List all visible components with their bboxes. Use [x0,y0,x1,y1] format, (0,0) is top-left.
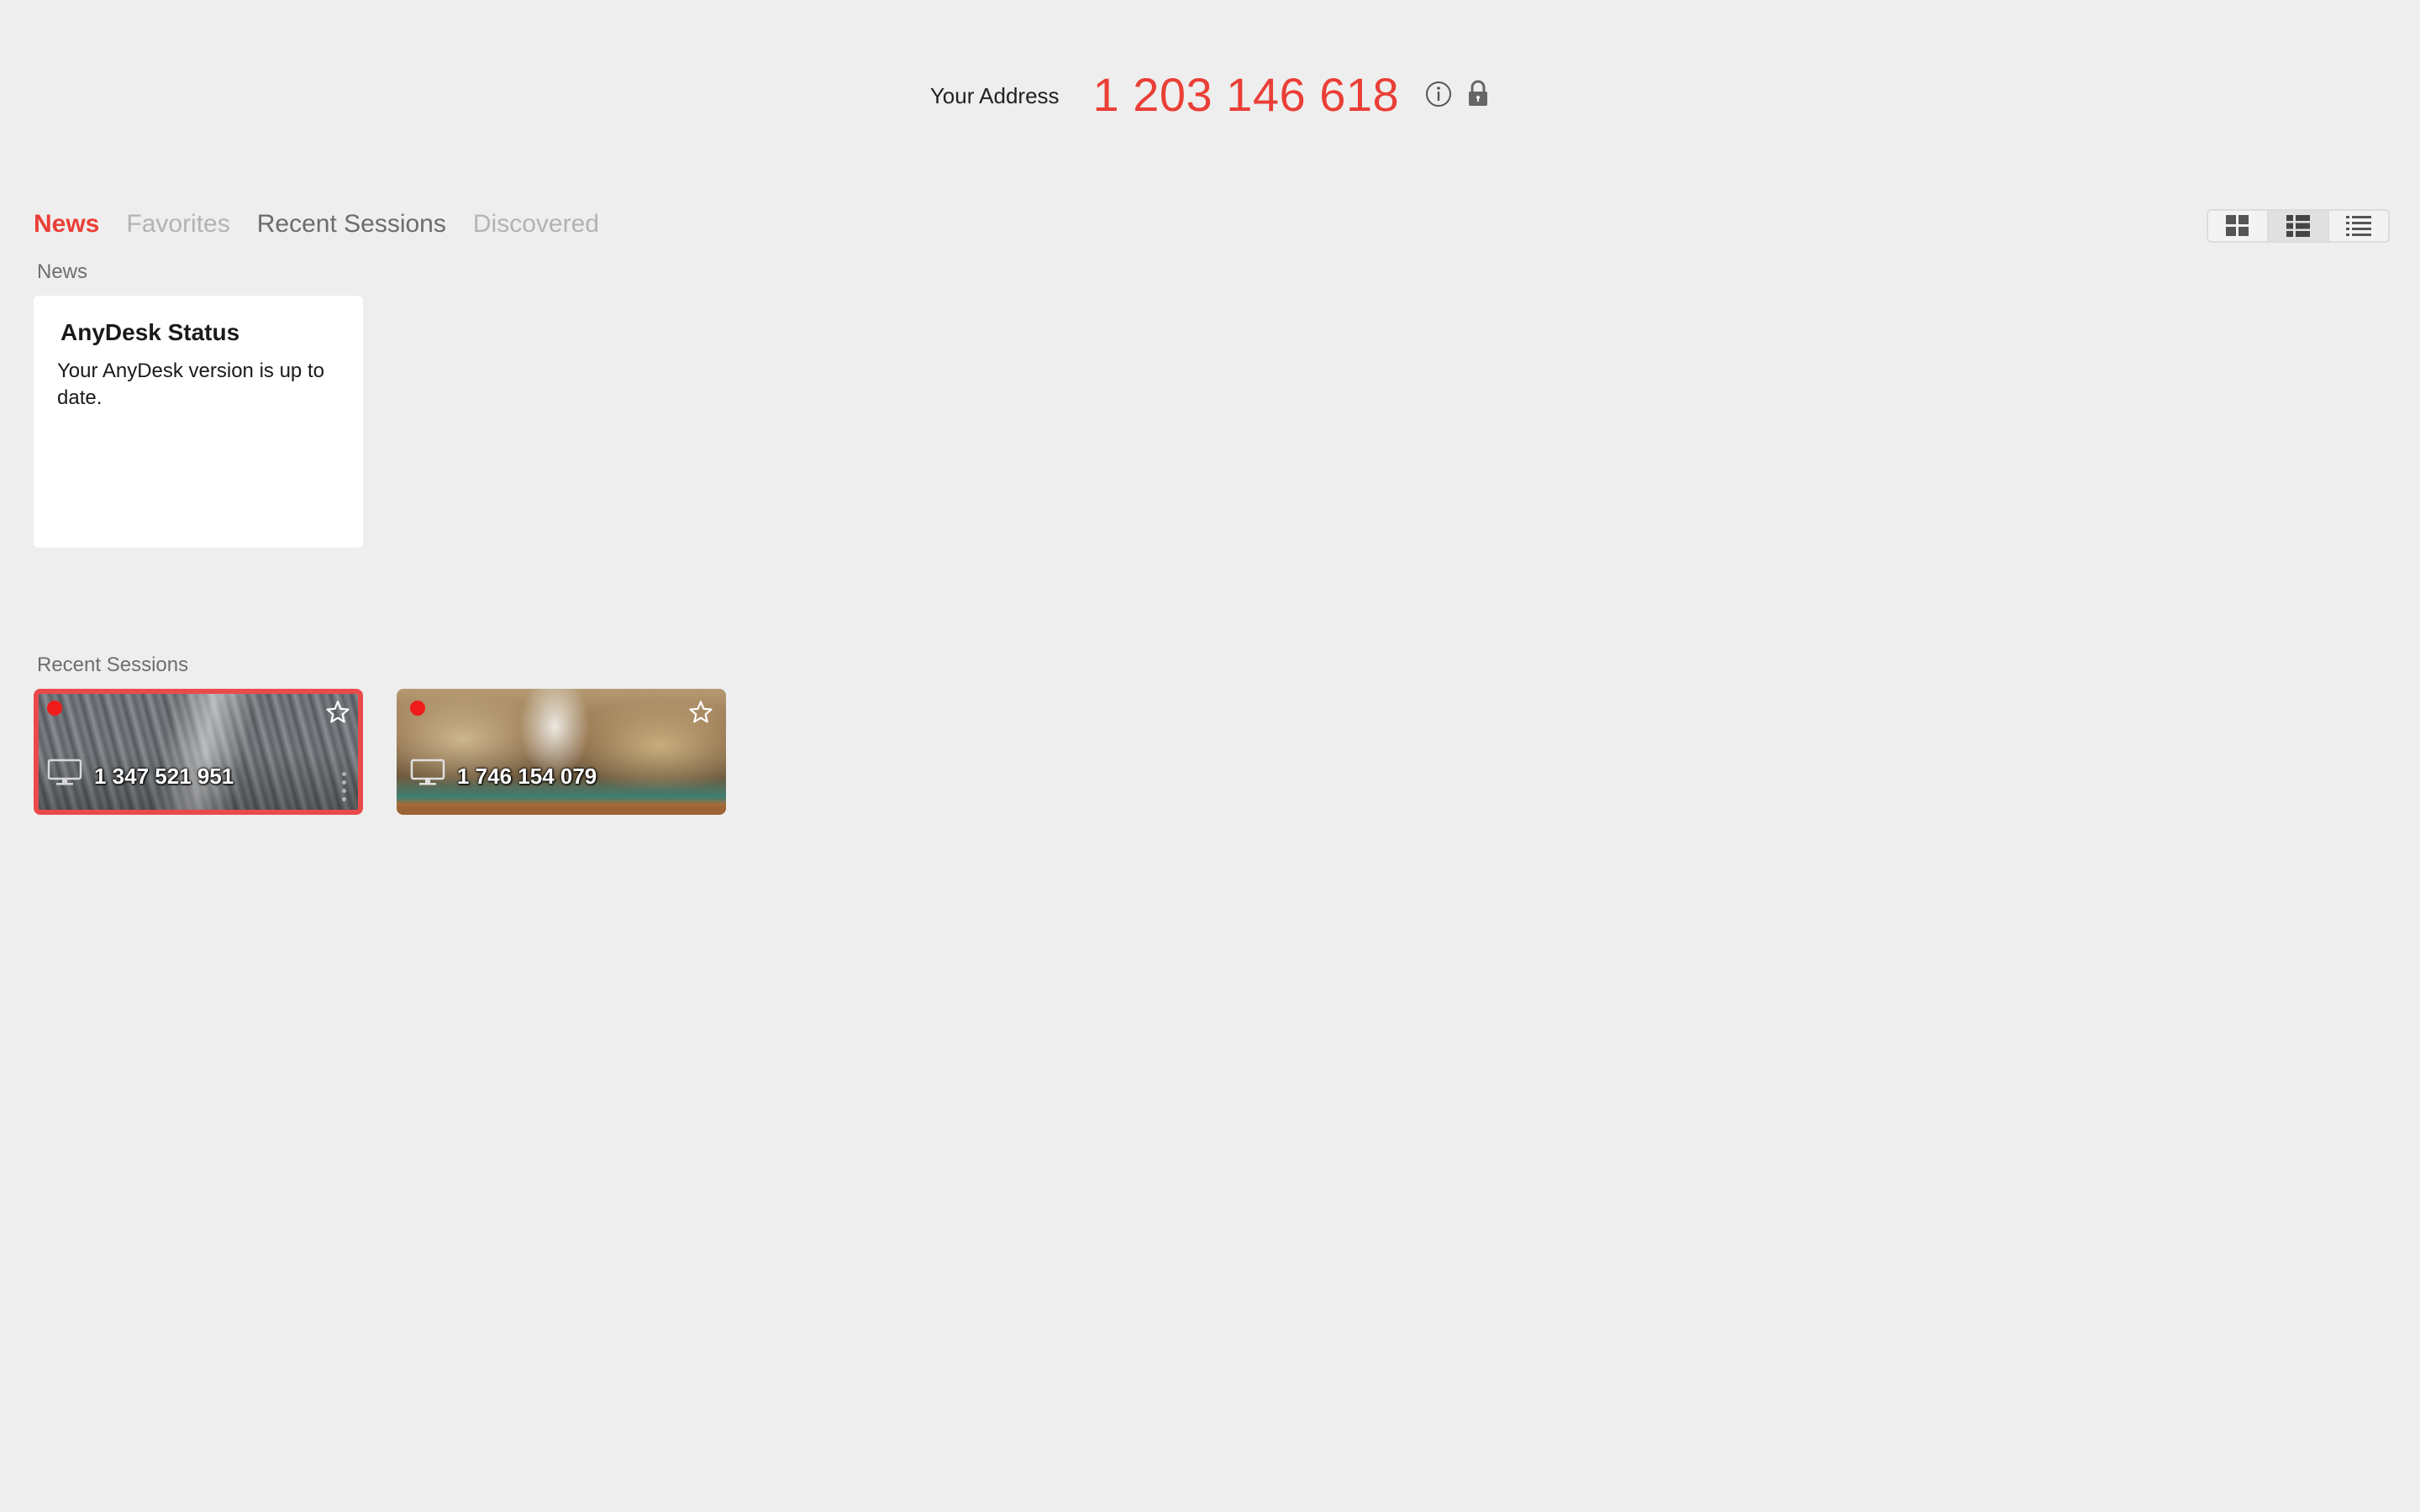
view-mode-toggle [2207,209,2390,243]
address-header: Your Address 1 203 146 618 [0,60,2420,128]
offline-status-dot [47,701,62,716]
tab-recent-sessions[interactable]: Recent Sessions [257,210,446,239]
monitor-icon [47,759,82,791]
tile-view-button[interactable] [2208,211,2269,241]
address-value[interactable]: 1 203 146 618 [1093,67,1400,122]
list-view-button[interactable] [2329,211,2388,241]
recent-sessions-section-label: Recent Sessions [37,654,189,676]
tab-discovered[interactable]: Discovered [473,210,599,239]
monitor-icon [410,759,445,791]
more-options-icon[interactable] [342,772,346,801]
detail-view-icon [2286,215,2310,237]
info-icon[interactable] [1424,80,1453,108]
address-label: Your Address [929,82,1060,108]
list-view-icon [2346,216,2371,236]
news-card-body: Your AnyDesk version is up to date. [57,360,324,409]
section-tabs: News Favorites Recent Sessions Discovere… [34,210,599,239]
offline-status-dot [410,701,425,716]
star-icon[interactable] [324,699,351,730]
session-id: 1 347 521 951 [94,764,234,789]
star-icon[interactable] [687,699,714,730]
news-section-label: News [37,260,88,283]
detail-view-button[interactable] [2269,211,2329,241]
tab-favorites[interactable]: Favorites [126,210,229,239]
session-id: 1 746 154 079 [457,764,597,789]
lock-icon[interactable] [1466,80,1490,108]
news-card[interactable]: AnyDesk Status Your AnyDesk version is u… [34,296,363,548]
news-card-title: AnyDesk Status [60,319,240,345]
tile-view-icon [2226,215,2249,236]
session-tile[interactable]: 1 746 154 079 [397,689,726,815]
tab-news[interactable]: News [34,210,99,239]
session-tile[interactable]: 1 347 521 951 [34,689,363,815]
